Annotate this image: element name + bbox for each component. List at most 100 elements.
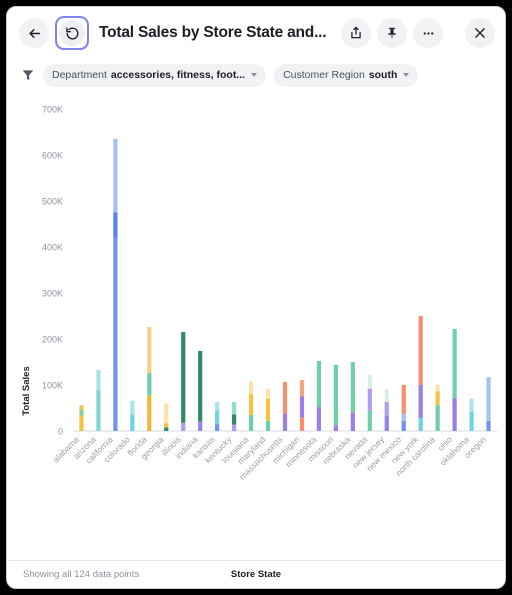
bar-segment[interactable] (282, 413, 288, 431)
bar-segment[interactable] (350, 412, 355, 431)
close-button[interactable] (465, 18, 495, 48)
bar-segment[interactable] (401, 413, 406, 421)
bar-group[interactable] (147, 327, 152, 431)
bar-group[interactable] (181, 332, 186, 431)
bar-group[interactable] (164, 403, 169, 431)
bar-group[interactable] (299, 379, 305, 431)
bar-group[interactable] (367, 374, 372, 431)
bar-segment[interactable] (384, 402, 389, 416)
bar-group[interactable] (333, 364, 338, 431)
bar-group[interactable] (452, 328, 457, 431)
bar-group[interactable] (248, 381, 254, 431)
back-button[interactable] (19, 18, 49, 48)
bar-segment[interactable] (367, 410, 372, 431)
bar-segment[interactable] (147, 395, 152, 431)
bar-group[interactable] (418, 316, 423, 431)
bar-group[interactable] (198, 350, 203, 431)
bar-group[interactable] (435, 385, 440, 431)
bar-segment[interactable] (265, 420, 271, 431)
bar-segment[interactable] (435, 391, 440, 406)
bar-group[interactable] (282, 381, 288, 431)
bar-segment[interactable] (113, 212, 118, 238)
bar-segment[interactable] (79, 405, 84, 410)
bar-segment[interactable] (164, 403, 169, 424)
bar-group[interactable] (350, 362, 355, 431)
bar-segment[interactable] (418, 418, 423, 431)
bar-segment[interactable] (469, 411, 474, 431)
bar-segment[interactable] (384, 389, 389, 403)
bar-group[interactable] (113, 138, 118, 431)
refresh-button[interactable] (55, 16, 89, 50)
bar-segment[interactable] (79, 409, 84, 416)
bar-segment[interactable] (265, 388, 271, 399)
bar-group[interactable] (215, 402, 220, 431)
filter-chip-department[interactable]: Department accessories, fitness, foot... (43, 63, 267, 87)
bar-chart[interactable]: 0100K200K300K400K500K600K700Kalabamaariz… (7, 91, 505, 561)
bar-segment[interactable] (316, 407, 322, 431)
bar-segment[interactable] (215, 424, 220, 431)
bar-segment[interactable] (367, 374, 372, 389)
bar-group[interactable] (486, 377, 491, 431)
bar-segment[interactable] (96, 369, 101, 391)
bar-segment[interactable] (96, 390, 101, 431)
bar-segment[interactable] (384, 415, 389, 431)
bar-segment[interactable] (333, 364, 338, 426)
bar-segment[interactable] (350, 362, 355, 413)
bar-segment[interactable] (147, 327, 152, 374)
bar-segment[interactable] (367, 388, 372, 411)
bar-segment[interactable] (418, 385, 423, 419)
bar-segment[interactable] (469, 398, 474, 412)
bar-segment[interactable] (401, 420, 406, 431)
chart-container[interactable]: 0 100K 200K 300K 400K 500K 600K 700K alabama ariz… (7, 91, 505, 560)
bar-segment[interactable] (79, 415, 84, 431)
bar-group[interactable] (265, 388, 271, 431)
bar-segment[interactable] (232, 424, 237, 431)
bar-segment[interactable] (215, 410, 220, 425)
bar-segment[interactable] (299, 417, 305, 431)
bar-segment[interactable] (265, 398, 271, 421)
bar-segment[interactable] (130, 414, 135, 431)
bar-segment[interactable] (299, 379, 305, 397)
refresh-button-inner[interactable] (59, 20, 85, 46)
bar-segment[interactable] (181, 422, 186, 431)
bar-segment[interactable] (333, 425, 338, 431)
filter-icon[interactable] (21, 68, 35, 82)
bar-segment[interactable] (418, 316, 423, 385)
bar-segment[interactable] (130, 400, 135, 415)
bar-group[interactable] (130, 400, 135, 431)
bar-group[interactable] (469, 398, 474, 431)
bar-segment[interactable] (401, 385, 406, 414)
bar-segment[interactable] (232, 402, 237, 415)
bar-segment[interactable] (248, 394, 254, 415)
bar-segment[interactable] (147, 373, 152, 396)
bar-segment[interactable] (486, 420, 491, 431)
bar-segment[interactable] (198, 421, 203, 431)
bar-group[interactable] (316, 361, 322, 431)
bar-segment[interactable] (198, 350, 203, 422)
bar-segment[interactable] (248, 414, 254, 431)
bar-group[interactable] (96, 369, 101, 431)
bar-segment[interactable] (452, 328, 457, 398)
bar-segment[interactable] (181, 332, 186, 423)
bar-group[interactable] (79, 405, 84, 431)
bar-segment[interactable] (435, 385, 440, 392)
bar-segment[interactable] (435, 405, 440, 431)
bar-segment[interactable] (215, 402, 220, 411)
bar-segment[interactable] (164, 423, 169, 428)
bar-segment[interactable] (486, 377, 491, 421)
share-button[interactable] (341, 18, 371, 48)
pin-button[interactable] (377, 18, 407, 48)
filter-chip-customer-region[interactable]: Customer Region south (274, 63, 419, 87)
bar-segment[interactable] (316, 361, 322, 408)
bar-group[interactable] (232, 402, 237, 431)
bar-segment[interactable] (248, 381, 254, 395)
more-options-button[interactable] (413, 18, 443, 48)
bar-segment[interactable] (452, 397, 457, 431)
bar-group[interactable] (384, 389, 389, 431)
bar-segment[interactable] (232, 414, 237, 425)
bar-segment[interactable] (164, 427, 169, 431)
bar-segment[interactable] (113, 237, 118, 431)
bar-segment[interactable] (113, 138, 118, 213)
bar-segment[interactable] (282, 381, 288, 414)
bar-segment[interactable] (299, 396, 305, 418)
